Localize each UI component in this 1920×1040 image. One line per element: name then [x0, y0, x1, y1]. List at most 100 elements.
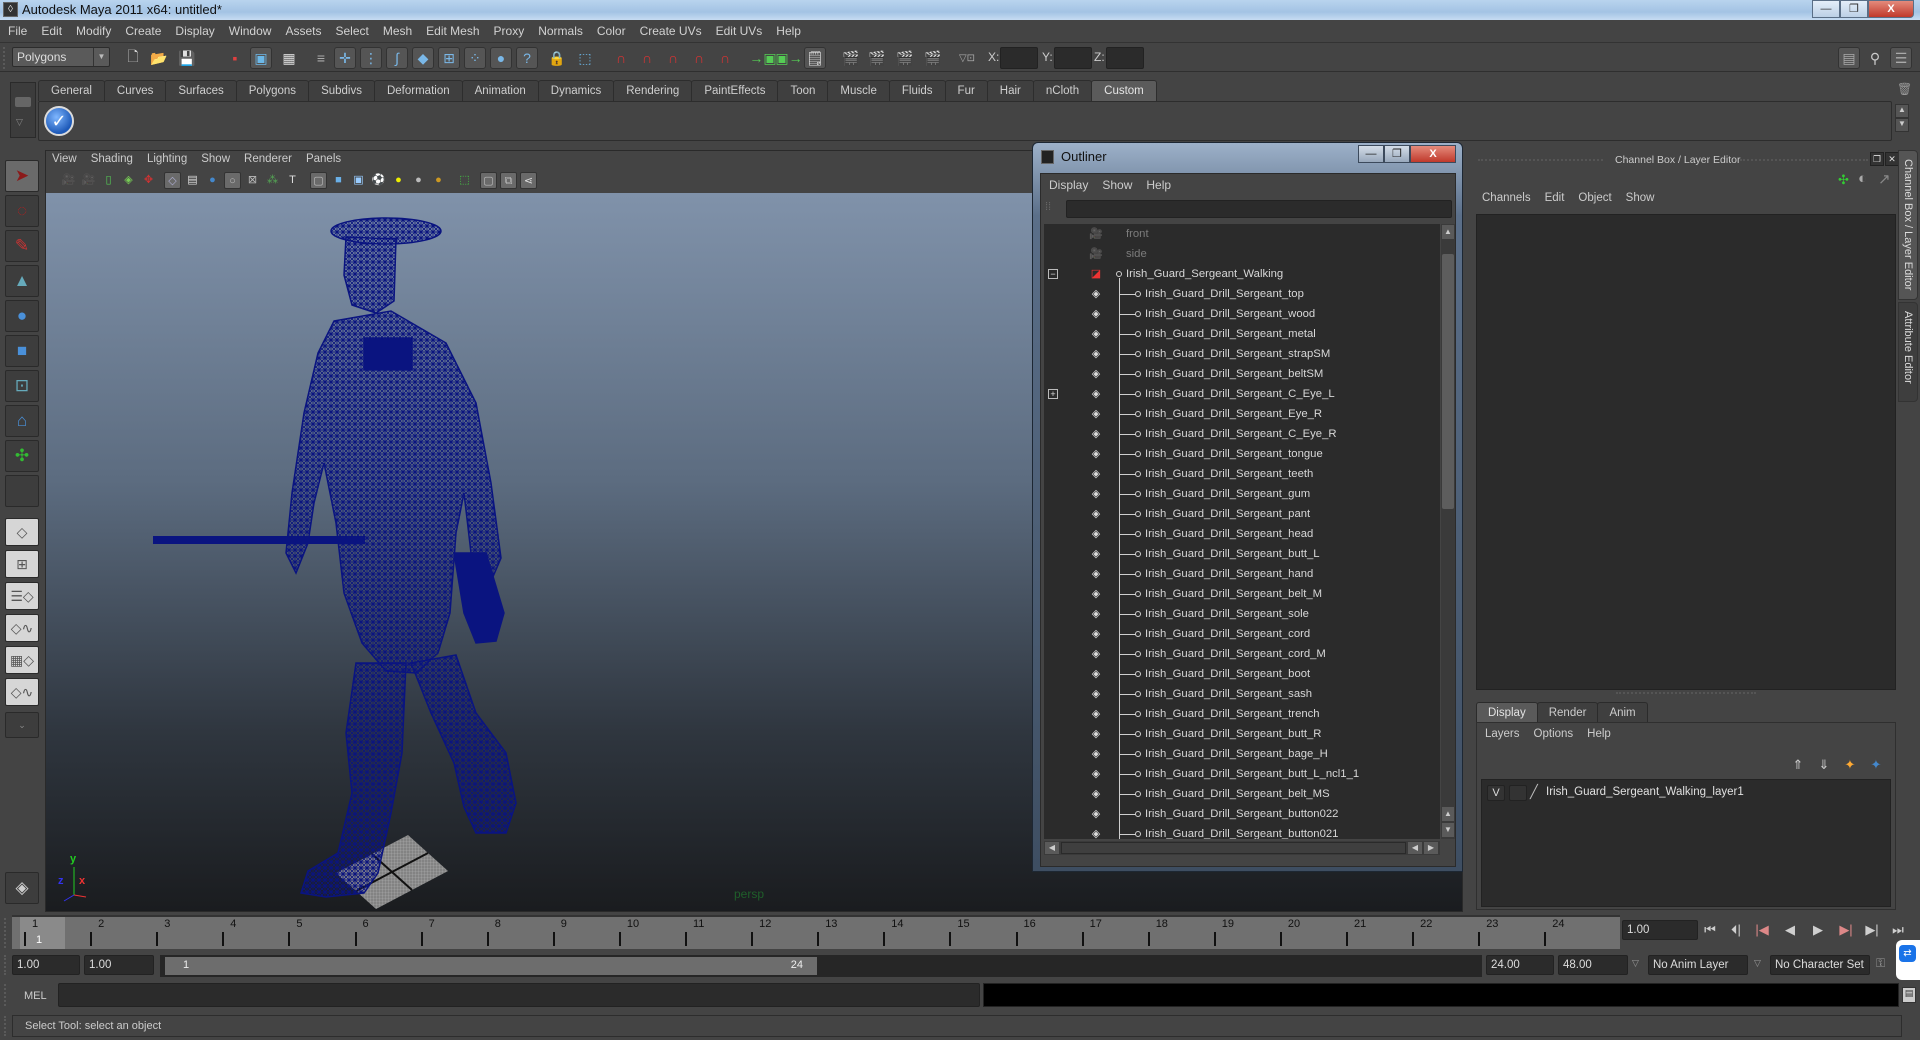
save-scene-icon[interactable]: 💾 [176, 47, 198, 69]
snap-to-curves-icon[interactable]: ∩ [636, 47, 658, 69]
render-settings-icon[interactable]: 🎬 [922, 47, 944, 69]
select-misc-icon[interactable]: ? [516, 47, 538, 69]
menu-color[interactable]: Color [597, 24, 626, 38]
menu-create-uvs[interactable]: Create UVs [640, 24, 702, 38]
outliner-item[interactable]: ◈ Irish_Guard_Drill_Sergeant_belt_M [1044, 584, 1440, 604]
close-button[interactable]: X [1868, 0, 1914, 18]
animation-end-field[interactable] [1558, 955, 1628, 975]
side-tab-channel-box[interactable]: Channel Box / Layer Editor [1898, 150, 1918, 300]
persp-outliner-layout-icon[interactable]: ☰◇ [5, 582, 39, 610]
viewport-menu-view[interactable]: View [52, 153, 77, 171]
construction-history-icon[interactable]: 🗒 [804, 47, 826, 69]
two-d-pan-zoom-icon[interactable]: ✥ [140, 172, 157, 189]
outliner-item[interactable]: ◈ Irish_Guard_Drill_Sergeant_sole [1044, 604, 1440, 624]
menu-mesh[interactable]: Mesh [383, 24, 412, 38]
shelf-tab-ncloth[interactable]: nCloth [1032, 80, 1093, 101]
default-lighting-icon[interactable]: ● [390, 172, 407, 189]
character-set-field[interactable]: No Character Set [1770, 955, 1870, 975]
make-live-icon[interactable]: ∩ [714, 47, 736, 69]
scrollbar-thumb[interactable] [1061, 842, 1406, 854]
scroll-up-arrow-icon[interactable]: ▲ [1442, 225, 1454, 239]
outliner-menu-display[interactable]: Display [1049, 178, 1088, 192]
grid-toggle-icon[interactable]: ◇ [164, 172, 181, 189]
xray-joints-icon[interactable]: ⧉ [500, 172, 517, 189]
hypershade-persp-layout-icon[interactable]: ▦◇ [5, 646, 39, 674]
menu-edit-mesh[interactable]: Edit Mesh [426, 24, 479, 38]
menu-normals[interactable]: Normals [538, 24, 583, 38]
lasso-tool-icon[interactable]: ◌ [5, 195, 39, 227]
scale-tool-icon[interactable]: ■ [5, 335, 39, 367]
panel-grip[interactable] [1478, 159, 1603, 163]
viewport-menu-shading[interactable]: Shading [91, 153, 133, 171]
input-operations-icon[interactable]: →▣ [749, 47, 776, 69]
outliner-item[interactable]: ◈ Irish_Guard_Drill_Sergeant_cord_M [1044, 644, 1440, 664]
selection-mask-icon[interactable]: ≡ [310, 47, 332, 69]
menu-create[interactable]: Create [125, 24, 161, 38]
move-layer-up-icon[interactable]: ⇑ [1787, 757, 1809, 775]
scroll-up-arrow-icon[interactable]: ▲ [1442, 807, 1454, 821]
filter-icon[interactable]: ⁞⁞ [1045, 201, 1061, 217]
z-coordinate-field[interactable] [1106, 47, 1144, 69]
shelf-tab-surfaces[interactable]: Surfaces [165, 80, 237, 101]
outliner-item[interactable]: − ◪ Irish_Guard_Sergeant_Walking [1044, 264, 1440, 284]
select-surfaces-icon[interactable]: ◆ [412, 47, 434, 69]
menu-help[interactable]: Help [776, 24, 801, 38]
outliner-item[interactable]: 🎥 front [1044, 224, 1440, 244]
outliner-item[interactable]: 🎥 side [1044, 244, 1440, 264]
layer-tab-anim[interactable]: Anim [1597, 702, 1648, 722]
outliner-item[interactable]: ◈ Irish_Guard_Drill_Sergeant_belt_MS [1044, 784, 1440, 804]
select-tool-icon[interactable]: ➤ [5, 160, 39, 192]
shelf-tab-custom[interactable]: Custom [1091, 80, 1157, 101]
outliner-item[interactable]: ◈ Irish_Guard_Drill_Sergeant_cord [1044, 624, 1440, 644]
four-view-layout-icon[interactable]: ⊞ [5, 550, 39, 578]
outliner-item[interactable]: ◈ Irish_Guard_Drill_Sergeant_bage_H [1044, 744, 1440, 764]
trash-icon[interactable]: 🗑 [1897, 82, 1912, 96]
outliner-maximize-button[interactable]: ❐ [1384, 145, 1410, 163]
new-scene-icon[interactable]: 🗋 [122, 47, 144, 69]
ipr-render-icon[interactable]: 🎬 [894, 47, 916, 69]
scroll-left-arrow-icon[interactable]: ◀ [1408, 842, 1422, 854]
shelf-tab-polygons[interactable]: Polygons [235, 80, 310, 101]
outliner-menu-show[interactable]: Show [1102, 178, 1132, 192]
outliner-item[interactable]: ◈ Irish_Guard_Drill_Sergeant_C_Eye_R [1044, 424, 1440, 444]
outliner-item[interactable]: ◈ Irish_Guard_Drill_Sergeant_boot [1044, 664, 1440, 684]
shelf-tab-toon[interactable]: Toon [777, 80, 829, 101]
cb-menu-channels[interactable]: Channels [1482, 192, 1531, 204]
outliner-item[interactable]: ◈ Irish_Guard_Drill_Sergeant_trench [1044, 704, 1440, 724]
timeline-grip[interactable] [4, 918, 10, 948]
minimize-button[interactable]: — [1812, 0, 1840, 18]
select-by-component-icon[interactable]: ▦ [278, 47, 300, 69]
shelf-tab-hair[interactable]: Hair [986, 80, 1034, 101]
time-slider[interactable]: 1 1 2 3 4 5 6 7 8 9 10 11 12 13 14 15 16 17 18 19 20 21 22 23 2… [12, 915, 1620, 949]
y-coordinate-field[interactable] [1054, 47, 1092, 69]
outliner-item[interactable]: ◈ Irish_Guard_Drill_Sergeant_tongue [1044, 444, 1440, 464]
mel-label[interactable]: MEL [24, 990, 47, 1002]
menu-proxy[interactable]: Proxy [494, 24, 525, 38]
scroll-left-arrow-icon[interactable]: ◀ [1045, 842, 1059, 854]
maya-logo-icon[interactable]: ◈ [5, 872, 39, 904]
outliner-item[interactable]: ◈ Irish_Guard_Drill_Sergeant_hand [1044, 564, 1440, 584]
select-camera-icon[interactable]: 🎥 [60, 172, 77, 189]
panel-grip[interactable] [1740, 159, 1868, 163]
step-back-key-icon[interactable]: ⏴| [1726, 922, 1746, 940]
shelf-tab-subdivs[interactable]: Subdivs [308, 80, 375, 101]
scroll-right-arrow-icon[interactable]: ▶ [1424, 842, 1438, 854]
outliner-item[interactable]: ◈ Irish_Guard_Drill_Sergeant_strapSM [1044, 344, 1440, 364]
outliner-vertical-scrollbar[interactable]: ▲ ▲ ▼ [1441, 224, 1455, 839]
shelf-tab-fur[interactable]: Fur [944, 80, 988, 101]
outliner-item[interactable]: ◈ Irish_Guard_Drill_Sergeant_top [1044, 284, 1440, 304]
layer-visibility-toggle[interactable]: V [1487, 785, 1505, 801]
move-layer-down-icon[interactable]: ⇓ [1813, 757, 1835, 775]
safe-title-icon[interactable]: T [284, 172, 301, 189]
close-panel-icon[interactable]: ✕ [1885, 152, 1899, 166]
outliner-list[interactable]: 🎥 front 🎥 side − ◪ Irish_Guard_Sergeant_Walkin… [1044, 224, 1440, 839]
le-menu-options[interactable]: Options [1534, 728, 1574, 740]
lock-selection-icon[interactable]: 🔒 [546, 47, 568, 69]
snap-to-view-planes-icon[interactable]: ∩ [688, 47, 710, 69]
current-frame-marker[interactable] [20, 917, 65, 949]
outliner-item[interactable]: ◈ Irish_Guard_Drill_Sergeant_beltSM [1044, 364, 1440, 384]
current-time-field[interactable] [1622, 920, 1698, 940]
shelf-tab-muscle[interactable]: Muscle [827, 80, 890, 101]
shelf-tab-animation[interactable]: Animation [461, 80, 539, 101]
menu-select[interactable]: Select [335, 24, 368, 38]
